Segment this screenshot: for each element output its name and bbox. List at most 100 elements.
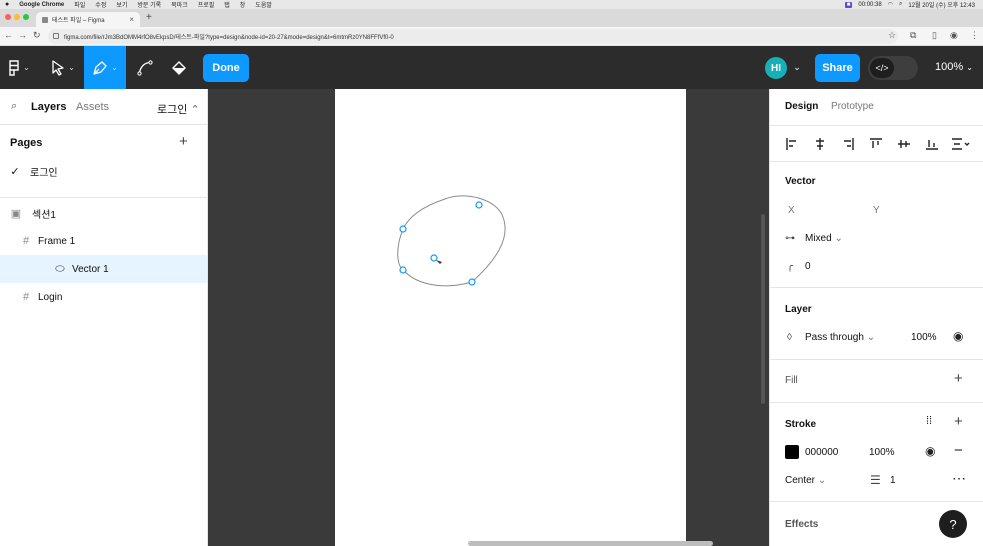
- align-vertical-center-icon[interactable]: [896, 136, 912, 152]
- menubar-item[interactable]: 탭: [224, 0, 230, 9]
- more-options-icon[interactable]: ⋯: [952, 470, 966, 487]
- layer-label: 섹션1: [32, 209, 56, 221]
- menubar-item[interactable]: 프로필: [198, 0, 215, 9]
- bookmark-star-icon[interactable]: ☆: [888, 30, 896, 41]
- search-icon[interactable]: ⌕: [11, 100, 17, 113]
- apple-icon[interactable]: ●: [5, 1, 9, 8]
- alignment-row: [770, 125, 983, 161]
- tab-prototype[interactable]: Prototype: [831, 101, 874, 112]
- sidepanel-icon[interactable]: ▯: [932, 30, 937, 41]
- vector-anchor-point[interactable]: [399, 225, 407, 233]
- extensions-icon[interactable]: ⧉: [910, 30, 916, 41]
- y-position-field[interactable]: Y: [873, 205, 880, 216]
- layer-row-vector[interactable]: ⬭ Vector 1: [0, 255, 207, 283]
- vector-path[interactable]: [397, 195, 506, 287]
- stroke-color-swatch[interactable]: [785, 445, 799, 459]
- layer-label: Login: [38, 291, 63, 303]
- layer-row-section[interactable]: ▣ 섹션1: [0, 199, 207, 227]
- bend-tool-button[interactable]: [131, 46, 159, 89]
- eye-icon[interactable]: ◉: [953, 329, 963, 343]
- menubar-app-name[interactable]: Google Chrome: [19, 2, 64, 8]
- forward-icon[interactable]: →: [18, 30, 27, 40]
- close-window-button[interactable]: [5, 14, 11, 20]
- url-field[interactable]: figma.com/file/rJm3BdOMM4rfO8vEkpsD/테스트-…: [48, 29, 898, 44]
- align-bottom-icon[interactable]: [924, 136, 940, 152]
- recording-timer: 00:00:38: [858, 1, 882, 8]
- layer-opacity-field[interactable]: 100%: [911, 332, 937, 343]
- align-horizontal-center-icon[interactable]: [812, 136, 828, 152]
- recording-icon[interactable]: ■: [844, 1, 853, 8]
- url-text: figma.com/file/rJm3BdOMM4rfO8vEkpsD/테스트-…: [64, 35, 394, 41]
- reload-icon[interactable]: ↻: [33, 30, 41, 41]
- maximize-window-button[interactable]: [23, 14, 29, 20]
- zoom-level-dropdown[interactable]: 100% ⌄: [935, 61, 973, 73]
- remove-stroke-icon[interactable]: −: [954, 442, 963, 459]
- more-menu-icon[interactable]: ⋮: [970, 30, 979, 41]
- x-position-field[interactable]: X: [788, 205, 795, 216]
- blend-mode-dropdown[interactable]: Pass through ⌄: [805, 332, 875, 343]
- done-button[interactable]: Done: [203, 54, 249, 82]
- site-info-icon[interactable]: [53, 33, 59, 39]
- vector-section-title: Vector: [785, 176, 816, 187]
- vertical-scrollbar[interactable]: [761, 214, 765, 404]
- dev-mode-toggle[interactable]: </>: [868, 56, 918, 80]
- tab-assets[interactable]: Assets: [76, 101, 109, 113]
- menubar-item[interactable]: 보기: [116, 0, 127, 9]
- vector-1-shape[interactable]: [335, 89, 686, 546]
- frame-1[interactable]: [335, 89, 686, 546]
- horizontal-scrollbar[interactable]: [468, 541, 713, 546]
- align-top-icon[interactable]: [868, 136, 884, 152]
- profile-icon[interactable]: ◉: [950, 30, 958, 41]
- add-stroke-icon[interactable]: +: [954, 413, 963, 430]
- page-dropdown[interactable]: 로그인 ⌃: [157, 101, 200, 117]
- layer-row-frame[interactable]: # Frame 1: [0, 227, 207, 255]
- design-canvas[interactable]: [208, 89, 769, 546]
- vector-section: Vector X Y ⊶ Mixed ⌄ ╭ 0: [770, 161, 983, 287]
- menubar-item[interactable]: 파일: [74, 0, 85, 9]
- wifi-icon[interactable]: ◠: [888, 1, 893, 8]
- menubar-item[interactable]: 수정: [95, 0, 106, 9]
- tab-design[interactable]: Design: [785, 101, 818, 112]
- vector-anchor-point[interactable]: [468, 278, 476, 286]
- vector-anchor-point[interactable]: [399, 266, 407, 274]
- add-fill-icon[interactable]: +: [954, 370, 963, 387]
- stroke-hex-field[interactable]: 000000: [805, 447, 838, 458]
- new-tab-button[interactable]: +: [146, 12, 152, 23]
- page-item[interactable]: ✓ 로그인: [0, 157, 207, 185]
- stroke-weight-icon: ☰: [870, 473, 881, 487]
- menubar-item[interactable]: 방문 기록: [137, 0, 161, 9]
- layer-row-frame[interactable]: # Login: [0, 283, 207, 311]
- style-grid-icon[interactable]: ⁞⁞: [926, 415, 932, 427]
- browser-tab-strip: 테스트 파일 – Figma × +: [0, 9, 983, 27]
- browser-tab[interactable]: 테스트 파일 – Figma ×: [36, 12, 140, 27]
- add-page-icon[interactable]: +: [179, 133, 188, 150]
- avatar[interactable]: HI: [765, 57, 787, 79]
- menubar-item[interactable]: 도움말: [255, 0, 272, 9]
- align-right-icon[interactable]: [840, 136, 856, 152]
- minimize-window-button[interactable]: [14, 14, 20, 20]
- stroke-weight-field[interactable]: 1: [890, 475, 896, 486]
- tab-layers[interactable]: Layers: [31, 101, 66, 113]
- stroke-position-dropdown[interactable]: Center ⌄: [785, 475, 826, 486]
- search-icon[interactable]: ⌕: [899, 1, 902, 8]
- effects-section-title: Effects: [785, 519, 819, 530]
- share-button[interactable]: Share: [815, 54, 860, 82]
- corner-radius-field[interactable]: 0: [805, 261, 811, 272]
- distribute-menu-icon[interactable]: [950, 136, 972, 152]
- pages-title: Pages: [10, 137, 43, 149]
- help-button[interactable]: ?: [939, 510, 967, 538]
- eye-icon[interactable]: ◉: [925, 444, 935, 458]
- close-tab-icon[interactable]: ×: [129, 15, 134, 24]
- mirroring-dropdown[interactable]: Mixed ⌄: [805, 233, 843, 244]
- align-left-icon[interactable]: [784, 136, 800, 152]
- stroke-opacity-field[interactable]: 100%: [869, 447, 895, 458]
- main-menu-button[interactable]: ⌄: [0, 46, 38, 89]
- back-icon[interactable]: ←: [4, 30, 13, 40]
- pen-tool-button[interactable]: ⌄: [84, 46, 126, 89]
- menubar-item[interactable]: 창: [240, 0, 246, 9]
- paint-bucket-button[interactable]: [164, 46, 194, 89]
- move-tool-button[interactable]: ⌄: [44, 46, 82, 89]
- vector-anchor-point[interactable]: [475, 201, 483, 209]
- menubar-item[interactable]: 북마크: [171, 0, 188, 9]
- chevron-down-icon[interactable]: ⌄: [790, 46, 804, 89]
